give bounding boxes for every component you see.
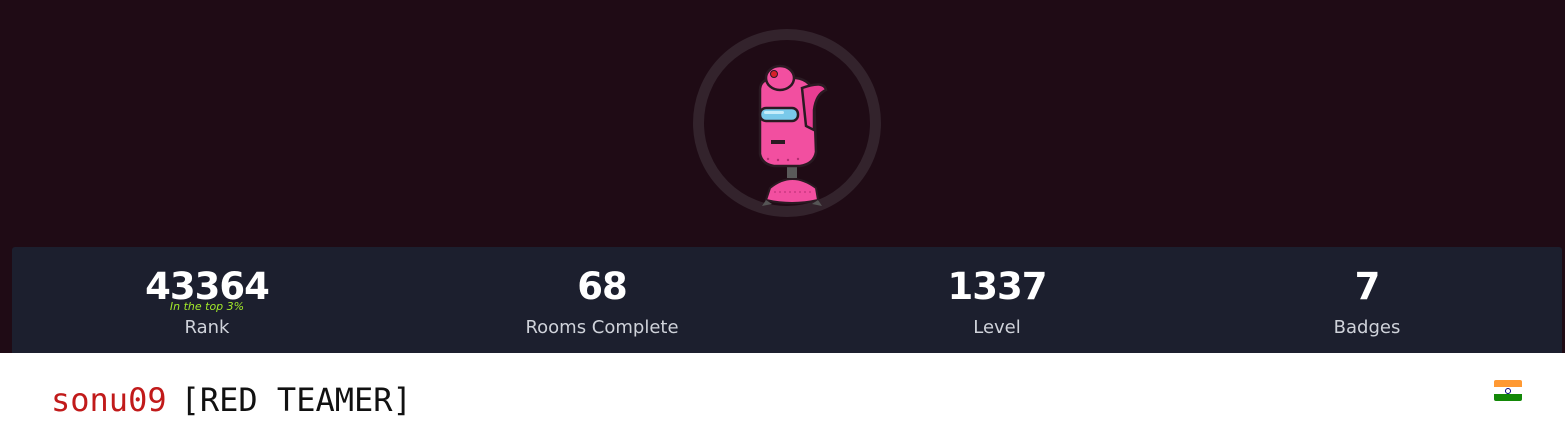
rooms-complete-value: 68 [577, 265, 628, 308]
pink-robot-avatar-icon[interactable] [740, 60, 840, 210]
rooms-complete-label: Rooms Complete [525, 317, 679, 338]
rank-label: Rank [184, 317, 230, 338]
rank-percentile-note: In the top 3% [169, 300, 245, 313]
badges-label: Badges [1333, 317, 1401, 338]
india-flag-icon [1494, 380, 1522, 401]
user-heading: sonu09 [RED TEAMER] [51, 380, 412, 420]
level-value: 1337 [947, 265, 1048, 308]
user-title: [RED TEAMER] [180, 381, 412, 419]
stats-bar: 43364 In the top 3% Rank 68 Rooms Comple… [12, 247, 1562, 353]
profile-header: sonu09 [RED TEAMER] [0, 353, 1565, 434]
username[interactable]: sonu09 [51, 381, 167, 419]
level-label: Level [973, 317, 1021, 338]
badges-value: 7 [1354, 265, 1381, 308]
